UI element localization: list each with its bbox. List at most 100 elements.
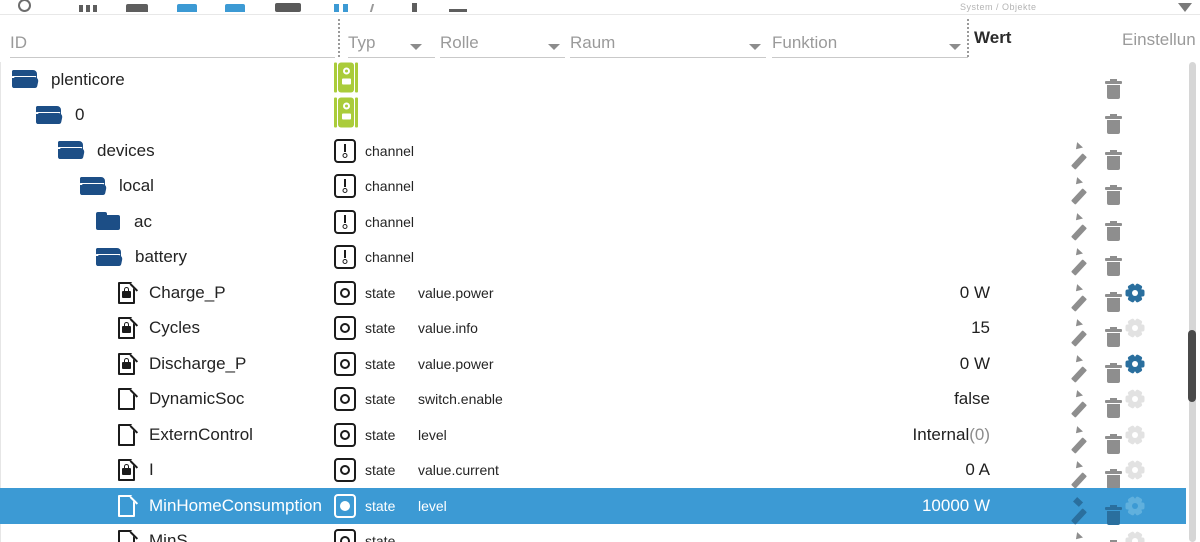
row-id-label: local	[119, 176, 154, 196]
table-row[interactable]: MinS state	[0, 524, 1186, 542]
row-value[interactable]: 15	[0, 318, 990, 338]
scrollbar-track[interactable]	[1189, 62, 1196, 542]
filter-header-row: ID Typ Rolle Raum Funktion Wert Einstellun	[0, 14, 1200, 62]
filter-raum-chevron-down-icon[interactable]	[749, 44, 761, 50]
folder-closed-icon[interactable]	[96, 212, 120, 231]
folder-open-icon[interactable]	[35, 105, 64, 125]
row-id-cell[interactable]: devices	[0, 133, 155, 169]
toolbar-chevron-down-icon[interactable]	[1178, 3, 1192, 12]
folder-open-icon[interactable]	[11, 70, 40, 89]
row-id-label: ac	[134, 211, 152, 231]
row-type-label: channel	[365, 178, 415, 195]
filter-rolle-underline	[440, 57, 565, 58]
channel-type-icon	[334, 245, 356, 270]
row-id-cell[interactable]: battery	[0, 240, 187, 276]
row-type-label: state	[365, 533, 396, 542]
row-value-main: 15	[971, 318, 990, 338]
folder-open-icon[interactable]	[57, 141, 86, 160]
row-value[interactable]: false	[0, 389, 990, 409]
row-value-main: false	[954, 389, 990, 409]
filter-rolle-label: Rolle	[440, 33, 479, 52]
scrollbar-thumb[interactable]	[1188, 330, 1196, 402]
row-value[interactable]: 0 W	[0, 354, 990, 374]
filter-funktion-chevron-down-icon[interactable]	[949, 44, 961, 50]
row-value[interactable]: 0 A	[0, 460, 990, 480]
filter-raum-underline	[570, 57, 766, 58]
filter-raum-label: Raum	[570, 33, 616, 52]
toolbar-breadcrumb-cutoff: System / Objekte	[960, 2, 1037, 12]
column-header-einstellungen: Einstellun	[1122, 30, 1196, 49]
filter-funktion[interactable]: Funktion	[772, 32, 968, 58]
table-row[interactable]: ac channel	[0, 204, 1186, 241]
table-row[interactable]: devices channel	[0, 133, 1186, 170]
filter-id-underline	[10, 57, 335, 58]
table-row[interactable]: MinHomeConsumption state level 10000 W	[0, 488, 1186, 525]
pin-icon[interactable]	[412, 3, 417, 12]
filter-raum[interactable]: Raum	[570, 32, 766, 58]
filter-rolle-chevron-down-icon[interactable]	[548, 44, 560, 50]
adapter-instance-icon	[334, 97, 358, 128]
row-value-main: 0 W	[959, 353, 990, 373]
row-id-label: battery	[135, 247, 187, 267]
row-type-cell: channel	[334, 245, 415, 270]
table-row[interactable]: local channel	[0, 169, 1186, 206]
column-resize-handle-typ[interactable]	[338, 19, 340, 59]
row-id-cell[interactable]: plenticore	[0, 62, 125, 98]
top-toolbar: System / Objekte	[0, 0, 1200, 14]
table-row[interactable]: Charge_P state value.power 0 W	[0, 275, 1186, 312]
filter-funktion-label: Funktion	[772, 33, 838, 52]
filter-typ-chevron-down-icon[interactable]	[410, 44, 422, 50]
table-row[interactable]: battery channel	[0, 240, 1186, 277]
row-value[interactable]: 0 W	[0, 283, 990, 303]
table-row[interactable]: 0	[0, 97, 1186, 135]
expand-all-icon[interactable]	[126, 4, 148, 12]
row-id-label: devices	[97, 140, 155, 160]
column-resize-handle-wert[interactable]	[967, 19, 969, 59]
row-value-main: 10000 W	[921, 495, 990, 515]
row-type-cell: channel	[334, 209, 415, 234]
row-id-label: 0	[75, 105, 85, 125]
row-id-cell[interactable]: 0	[0, 98, 84, 134]
folder-open-icon[interactable]	[95, 247, 124, 267]
adapter-badge	[334, 97, 358, 133]
select-blue-icon[interactable]	[225, 4, 245, 12]
collapse-icon[interactable]	[449, 9, 467, 12]
table-row[interactable]: Cycles state value.info 15	[0, 311, 1186, 348]
row-id-cell[interactable]: ac	[0, 204, 152, 240]
channel-type-icon	[334, 174, 356, 199]
row-value-suffix: (0)	[969, 424, 990, 444]
object-tree[interactable]: plenticore 0 devices channel local channel ac c…	[0, 62, 1186, 542]
row-value[interactable]: 10000 W	[0, 496, 990, 516]
filter-id[interactable]: ID	[10, 32, 335, 58]
panel-icon[interactable]	[275, 3, 301, 12]
table-row[interactable]: Discharge_P state value.power 0 W	[0, 346, 1186, 383]
filter-typ-underline	[348, 57, 435, 58]
state-type-icon	[334, 529, 356, 542]
folder-open-icon[interactable]	[79, 176, 108, 196]
separator-slash-icon[interactable]	[369, 4, 375, 12]
column-header-wert: Wert	[974, 28, 1012, 47]
row-id-label: MinS	[149, 531, 188, 542]
table-row[interactable]: DynamicSoc state switch.enable false	[0, 382, 1186, 419]
row-id-cell[interactable]: local	[0, 169, 154, 205]
row-type-label: channel	[365, 213, 415, 230]
row-value-main: Internal	[912, 424, 970, 444]
row-type-label: channel	[365, 142, 415, 159]
table-row[interactable]: ExternControl state level Internal(0)	[0, 417, 1186, 454]
row-type-cell: channel	[334, 174, 415, 199]
pause-icon[interactable]	[334, 4, 348, 12]
channel-type-icon	[334, 138, 356, 163]
filter-funktion-underline	[772, 57, 968, 58]
row-value-main: 0 A	[965, 460, 990, 480]
row-type-label: channel	[365, 249, 415, 266]
row-id-cell[interactable]: MinS	[0, 524, 188, 542]
row-type-cell: channel	[334, 138, 415, 163]
row-id-label: plenticore	[51, 69, 125, 89]
row-value[interactable]: Internal(0)	[0, 425, 990, 445]
columns-icon[interactable]	[79, 5, 97, 12]
table-row[interactable]: plenticore	[0, 62, 1186, 99]
refresh-icon[interactable]	[18, 0, 31, 12]
filter-rolle[interactable]: Rolle	[440, 32, 565, 58]
filter-blue-icon[interactable]	[177, 4, 197, 12]
table-row[interactable]: Istate value.current 0 A	[0, 453, 1186, 490]
